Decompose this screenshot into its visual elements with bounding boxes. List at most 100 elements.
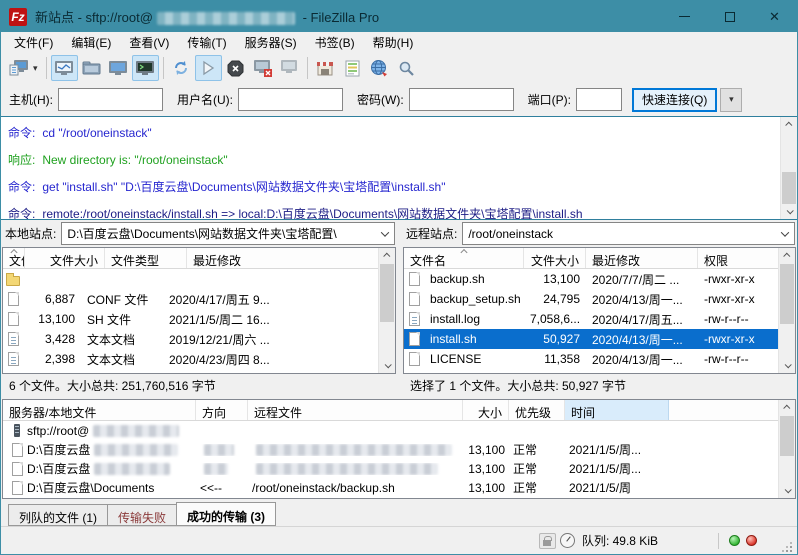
- maximize-button[interactable]: [707, 1, 752, 32]
- menu-file[interactable]: 文件(F): [5, 32, 62, 53]
- remote-path-dropdown-button[interactable]: [776, 223, 794, 244]
- local-file-row[interactable]: [3, 269, 395, 289]
- column-header-modified[interactable]: 最近修改: [586, 248, 698, 268]
- remote-file-row[interactable]: install.log 7,058,6... 2020/4/17/周五... -…: [404, 309, 795, 329]
- redacted-local-path: [94, 443, 179, 456]
- toggle-message-log-button[interactable]: [50, 55, 78, 81]
- queue-server-row[interactable]: sftp://root@: [3, 421, 795, 440]
- port-input[interactable]: [576, 88, 622, 111]
- scroll-up-arrow[interactable]: [779, 248, 795, 263]
- queue-transfer-row[interactable]: D:\百度云盘\Documents <<-- /root/oneinstack/…: [3, 478, 795, 497]
- remote-path-combo[interactable]: /root/oneinstack: [462, 222, 795, 245]
- remote-status-text: 选择了 1 个文件。大小总共: 50,927 字节: [402, 374, 797, 396]
- host-input[interactable]: [58, 88, 163, 111]
- menu-transfer[interactable]: 传输(T): [178, 32, 235, 53]
- directory-listing-filters-button[interactable]: [312, 55, 339, 81]
- column-header-modified[interactable]: 最近修改: [187, 248, 395, 268]
- local-path-row: 本地站点: D:\百度云盘\Documents\网站数据文件夹\宝塔配置\: [1, 220, 397, 247]
- tab-queued-files[interactable]: 列队的文件 (1): [8, 504, 109, 526]
- queue-transfer-row[interactable]: D:\百度云盘 13,100 正常 2021/1/5/周...: [3, 440, 795, 459]
- redacted-remote-path: [256, 443, 452, 456]
- quickconnect-dropdown-button[interactable]: ▾: [720, 87, 743, 112]
- column-header-filesize[interactable]: 文件大小: [524, 248, 586, 268]
- site-manager-dropdown-button[interactable]: ▾: [32, 63, 42, 74]
- scroll-down-arrow[interactable]: [779, 358, 795, 373]
- column-header-server-local-file[interactable]: 服务器/本地文件: [3, 400, 196, 420]
- local-file-row[interactable]: 3,428 文本文档 2019/12/21/周六 ...: [3, 329, 395, 349]
- directory-comparison-button[interactable]: [339, 55, 366, 81]
- remote-file-row[interactable]: backup.sh 13,100 2020/7/7/周二 ... -rwxr-x…: [404, 269, 795, 289]
- toolbar-separator: [162, 57, 164, 79]
- menu-edit[interactable]: 编辑(E): [62, 32, 120, 53]
- process-queue-button[interactable]: [194, 55, 222, 81]
- disconnect-button[interactable]: [249, 55, 276, 81]
- reconnect-button[interactable]: [276, 55, 303, 81]
- local-list-scrollbar[interactable]: [378, 248, 395, 373]
- menu-help[interactable]: 帮助(H): [364, 32, 423, 53]
- toggle-local-tree-button[interactable]: [78, 55, 105, 81]
- resize-grip[interactable]: [781, 542, 793, 554]
- scroll-down-arrow[interactable]: [379, 358, 395, 373]
- local-path-combo[interactable]: D:\百度云盘\Documents\网站数据文件夹\宝塔配置\: [61, 222, 395, 245]
- column-header-remote-file[interactable]: 远程文件: [248, 400, 463, 420]
- remote-list-scrollbar[interactable]: [778, 248, 795, 373]
- column-header-filesize[interactable]: 文件大小: [25, 248, 105, 268]
- statusbar: 队列: 49.8 KiB: [1, 526, 797, 554]
- scroll-up-arrow[interactable]: [379, 248, 395, 263]
- file-search-button[interactable]: [393, 55, 420, 81]
- menu-view[interactable]: 查看(V): [120, 32, 178, 53]
- column-header-filename[interactable]: 文件名: [404, 248, 524, 268]
- minimize-button[interactable]: [662, 1, 707, 32]
- column-header-priority[interactable]: 优先级: [509, 400, 565, 420]
- refresh-button[interactable]: [168, 55, 195, 81]
- quickconnect-button[interactable]: 快速连接(Q): [632, 87, 718, 112]
- remote-file-row-selected[interactable]: install.sh 50,927 2020/4/13/周一... -rwxr-…: [404, 329, 795, 349]
- local-file-row[interactable]: 2,398 文本文档 2020/4/23/周四 8...: [3, 349, 395, 369]
- synchronized-browsing-button[interactable]: [366, 55, 393, 81]
- scroll-up-arrow[interactable]: [781, 117, 797, 132]
- queue-transfer-row[interactable]: D:\百度云盘 13,100 正常 2021/1/5/周...: [3, 459, 795, 478]
- speed-limit-gauge-icon[interactable]: [559, 533, 575, 548]
- remote-file-row[interactable]: LICENSE 11,358 2020/4/13/周一... -rw-r--r-…: [404, 349, 795, 369]
- close-button[interactable]: ✕: [752, 1, 797, 32]
- local-file-row[interactable]: 13,100 SH 文件 2021/1/5/周二 16...: [3, 309, 395, 329]
- toggle-queue-button[interactable]: [131, 55, 159, 81]
- file-icon: [404, 351, 424, 367]
- filezilla-logo-icon: Fz: [9, 7, 27, 26]
- queue-scrollbar[interactable]: [778, 400, 795, 498]
- cancel-transfer-button[interactable]: [222, 55, 249, 81]
- local-file-list: 文件名 文件大小 文件类型 最近修改 6,887 CONF 文件 2020/4/…: [2, 247, 396, 374]
- column-header-direction[interactable]: 方向: [196, 400, 248, 420]
- column-header-filetype[interactable]: 文件类型: [105, 248, 187, 268]
- local-status-text: 6 个文件。大小总共: 251,760,516 字节: [1, 374, 397, 396]
- local-file-row[interactable]: 6,887 CONF 文件 2020/4/17/周五 9...: [3, 289, 395, 309]
- folder-icon: [3, 271, 23, 287]
- scroll-down-arrow[interactable]: [779, 483, 795, 498]
- menu-server[interactable]: 服务器(S): [236, 32, 306, 53]
- scroll-thumb[interactable]: [380, 264, 394, 322]
- tab-successful-transfers[interactable]: 成功的传输 (3): [176, 502, 277, 526]
- scroll-thumb[interactable]: [782, 172, 796, 204]
- column-header-time[interactable]: 时间: [565, 400, 669, 420]
- text-file-icon: [3, 331, 23, 347]
- scroll-down-arrow[interactable]: [781, 204, 797, 219]
- scroll-thumb[interactable]: [780, 416, 794, 456]
- toggle-remote-tree-button[interactable]: [105, 55, 132, 81]
- menu-bookmarks[interactable]: 书签(B): [306, 32, 364, 53]
- remote-file-row[interactable]: backup_setup.sh 24,795 2020/4/13/周一... -…: [404, 289, 795, 309]
- close-icon: ✕: [769, 9, 780, 24]
- transfer-queue: 服务器/本地文件 方向 远程文件 大小 优先级 时间 sftp://root@ …: [2, 399, 796, 499]
- lock-icon[interactable]: [538, 532, 556, 549]
- tab-failed-transfers[interactable]: 传输失败: [107, 504, 178, 526]
- scroll-thumb[interactable]: [780, 264, 794, 324]
- column-header-size[interactable]: 大小: [463, 400, 509, 420]
- column-header-filename[interactable]: 文件名: [3, 248, 25, 268]
- local-path-dropdown-button[interactable]: [376, 223, 394, 244]
- file-icon: [404, 331, 424, 347]
- site-manager-button[interactable]: [5, 55, 32, 81]
- username-input[interactable]: [238, 88, 343, 111]
- log-scrollbar[interactable]: [780, 117, 797, 219]
- scroll-up-arrow[interactable]: [779, 400, 795, 415]
- chevron-down-icon: [780, 227, 790, 237]
- password-input[interactable]: [408, 88, 514, 111]
